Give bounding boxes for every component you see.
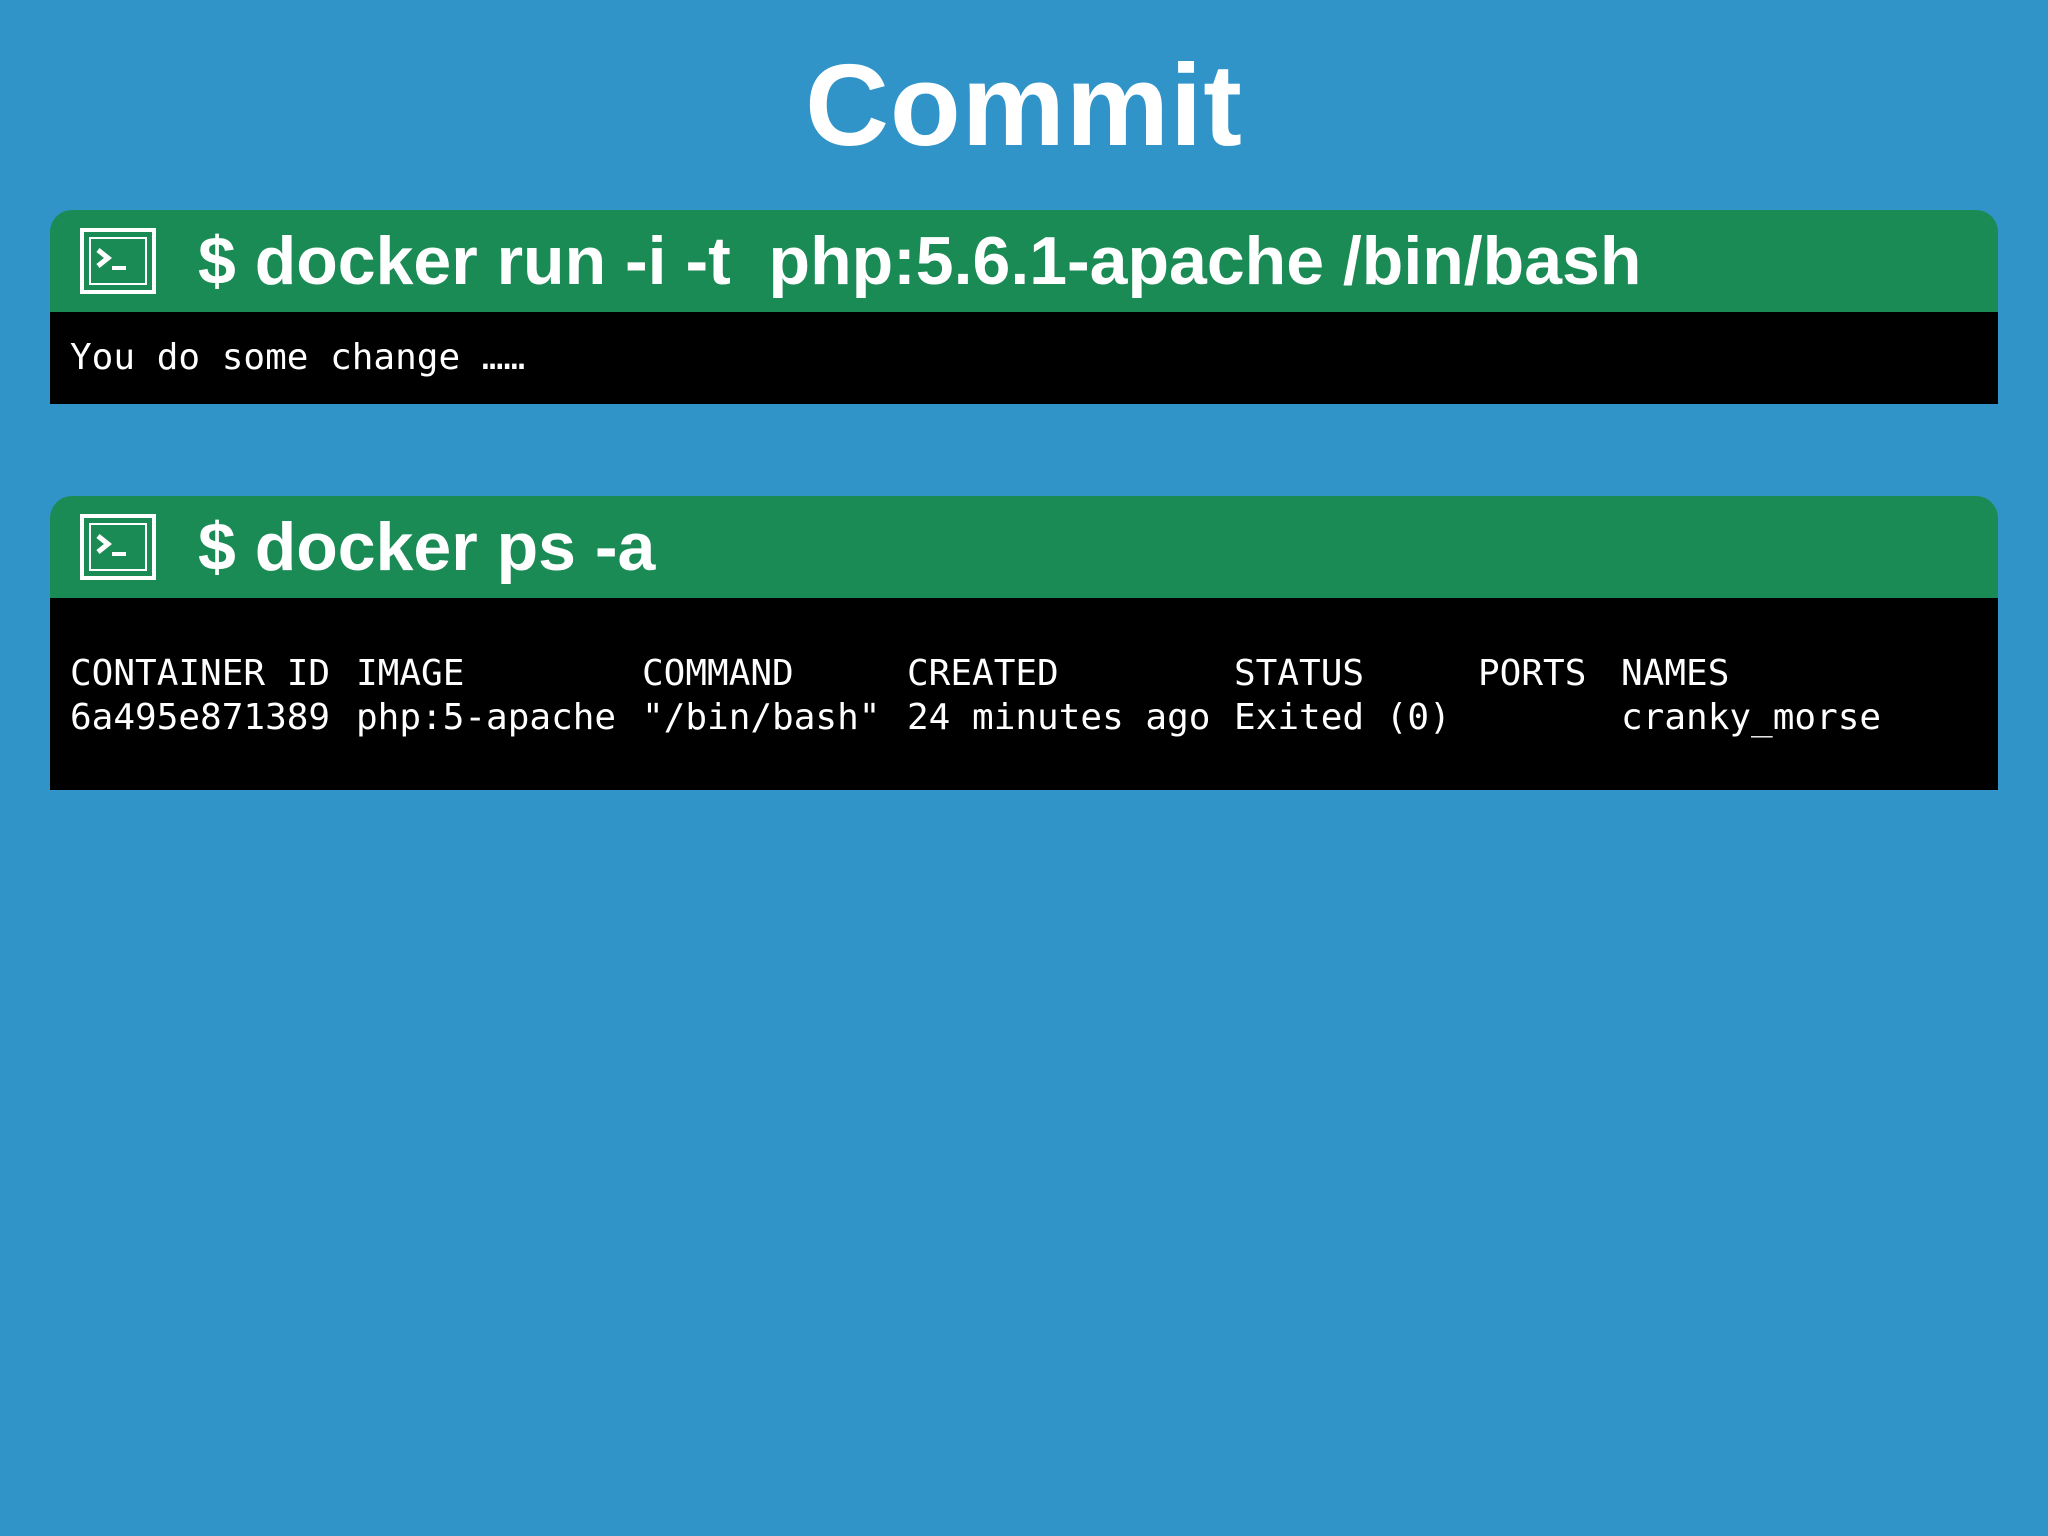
command-text: $ docker run -i -t php:5.6.1-apache /bin…	[198, 223, 1642, 299]
table-header-row: CONTAINER ID IMAGE COMMAND CREATED STATU…	[50, 652, 1998, 696]
command-bar: $ docker ps -a	[50, 496, 1998, 598]
command-bar: $ docker run -i -t php:5.6.1-apache /bin…	[50, 210, 1998, 312]
terminal-output: CONTAINER ID IMAGE COMMAND CREATED STATU…	[50, 598, 1998, 790]
column-header: NAMES	[1621, 653, 1730, 694]
table-cell: "/bin/bash"	[642, 697, 881, 738]
column-header: PORTS	[1478, 653, 1587, 694]
table-cell: 24 minutes ago	[907, 697, 1211, 738]
command-text: $ docker ps -a	[198, 509, 656, 585]
column-header: STATUS	[1234, 653, 1365, 694]
table-cell: Exited (0)	[1234, 697, 1451, 738]
column-header: CONTAINER ID	[70, 653, 331, 694]
table-cell: cranky_morse	[1621, 697, 1882, 738]
slide-title: Commit	[805, 40, 1243, 170]
table-row: 6a495e871389 php:5-apache "/bin/bash" 24…	[50, 696, 1998, 740]
column-header: IMAGE	[356, 653, 465, 694]
terminal-output: You do some change ……	[50, 312, 1998, 404]
table-cell: php:5-apache	[356, 697, 617, 738]
table-cell: 6a495e871389	[70, 697, 331, 738]
terminal-icon	[80, 514, 156, 580]
terminal-block-run: $ docker run -i -t php:5.6.1-apache /bin…	[50, 210, 1998, 404]
terminal-block-ps: $ docker ps -a CONTAINER ID IMAGE COMMAN…	[50, 496, 1998, 790]
terminal-icon	[80, 228, 156, 294]
column-header: CREATED	[907, 653, 1059, 694]
column-header: COMMAND	[642, 653, 794, 694]
